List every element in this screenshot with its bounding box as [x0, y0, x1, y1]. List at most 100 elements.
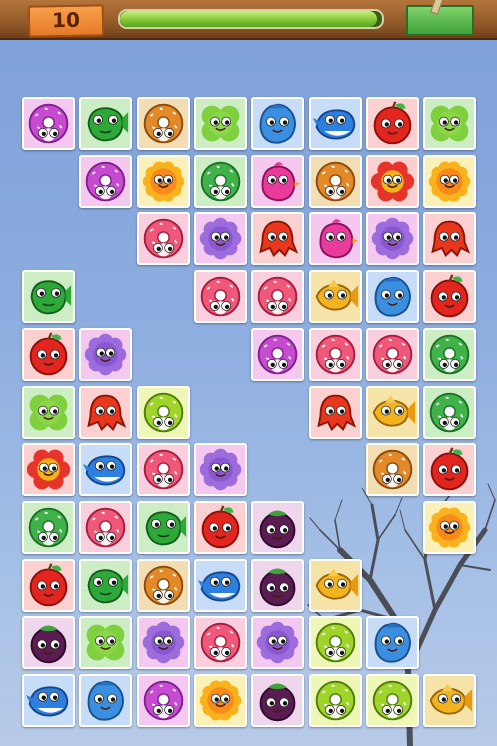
tile-flower-purple[interactable] [193, 212, 247, 266]
tile-sunflower-yellow[interactable] [193, 674, 247, 727]
tile-apple-red[interactable] [22, 558, 75, 612]
tile-fish-gold[interactable] [423, 674, 477, 727]
donut-lime-icon [372, 680, 413, 721]
tile-donut-purple[interactable] [136, 674, 190, 727]
tile-apple-red[interactable] [365, 97, 419, 150]
drop-blue-icon [259, 103, 297, 144]
donut-pink-icon [315, 334, 355, 375]
tile-flower-purple[interactable] [251, 616, 305, 670]
tile-apple-red[interactable] [423, 270, 477, 324]
tile-drop-blue[interactable] [365, 616, 419, 670]
tile-donut-pink[interactable] [308, 327, 362, 381]
tile-apple-red[interactable] [193, 500, 247, 554]
donut-green-icon [200, 161, 241, 201]
tile-octopus-red[interactable] [251, 212, 305, 266]
whale-blue-icon [83, 455, 126, 486]
donut-lime-icon [143, 392, 183, 432]
tile-donut-purple[interactable] [251, 327, 305, 381]
tile-drop-blue[interactable] [251, 97, 305, 150]
tile-donut-purple[interactable] [22, 97, 75, 150]
fish-gold-icon [372, 395, 415, 427]
tile-whale-blue[interactable] [22, 674, 75, 727]
donut-purple-icon [28, 103, 69, 144]
tile-sunflower-yellow[interactable] [423, 500, 477, 554]
tile-donut-lime[interactable] [136, 385, 190, 439]
tile-donut-lime[interactable] [308, 616, 362, 670]
tile-fish-gold[interactable] [308, 558, 362, 612]
tile-donut-pink[interactable] [79, 500, 133, 554]
tile-flower-red[interactable] [22, 443, 75, 497]
bird-pink-icon [318, 219, 358, 259]
tile-donut-orange[interactable] [136, 97, 190, 150]
flower-purple-icon [142, 622, 184, 664]
tile-sunflower-yellow[interactable] [136, 154, 190, 208]
tile-flower-purple[interactable] [136, 616, 190, 670]
tile-donut-pink[interactable] [251, 270, 305, 324]
donut-pink-icon [200, 276, 241, 317]
tile-donut-lime[interactable] [365, 674, 419, 727]
octopus-red-icon [259, 220, 299, 258]
tile-fish-gold[interactable] [365, 385, 419, 439]
tile-donut-pink[interactable] [365, 327, 419, 381]
clover-green-icon [29, 394, 68, 430]
tile-mangosteen-purple[interactable] [251, 674, 305, 727]
tile-donut-pink[interactable] [136, 212, 190, 266]
fish-green-icon [30, 280, 72, 315]
tile-donut-orange[interactable] [136, 558, 190, 612]
tile-donut-green[interactable] [423, 327, 477, 381]
tile-donut-green[interactable] [423, 385, 477, 439]
tile-bird-pink[interactable] [308, 212, 362, 266]
tile-whale-blue[interactable] [308, 97, 362, 150]
tile-drop-blue[interactable] [365, 270, 419, 324]
tile-fish-green[interactable] [79, 97, 133, 150]
tile-sunflower-yellow[interactable] [423, 154, 477, 208]
tile-donut-orange[interactable] [308, 154, 362, 208]
tile-apple-red[interactable] [22, 327, 75, 381]
tile-whale-blue[interactable] [79, 443, 133, 497]
tile-flower-purple[interactable] [365, 212, 419, 266]
tile-octopus-red[interactable] [423, 212, 477, 266]
tile-mangosteen-purple[interactable] [251, 500, 305, 554]
donut-green-icon [429, 334, 470, 375]
tile-flower-red[interactable] [365, 154, 419, 208]
menu-button[interactable] [406, 5, 474, 36]
octopus-red-icon [431, 220, 471, 258]
tile-donut-orange[interactable] [365, 443, 419, 497]
tile-flower-purple[interactable] [79, 327, 133, 381]
tile-donut-pink[interactable] [136, 443, 190, 497]
tile-donut-green[interactable] [193, 154, 247, 208]
fish-gold-icon [315, 568, 358, 600]
tile-octopus-red[interactable] [308, 385, 362, 439]
tile-drop-blue[interactable] [79, 674, 133, 727]
tile-fish-gold[interactable] [308, 270, 362, 324]
apple-red-icon [29, 332, 68, 376]
timer-bar [118, 9, 384, 29]
tile-donut-lime[interactable] [308, 674, 362, 727]
flower-purple-icon [199, 218, 242, 260]
tile-fish-green[interactable] [22, 270, 75, 324]
tile-apple-red[interactable] [423, 443, 477, 497]
sunflower-yellow-icon [428, 161, 471, 202]
tile-donut-pink[interactable] [193, 616, 247, 670]
tile-octopus-red[interactable] [79, 385, 133, 439]
tile-donut-pink[interactable] [193, 270, 247, 324]
tile-fish-green[interactable] [136, 500, 190, 554]
tile-donut-purple[interactable] [79, 154, 133, 208]
donut-orange-icon [315, 161, 355, 201]
tile-bird-pink[interactable] [251, 154, 305, 208]
tile-mangosteen-purple[interactable] [22, 616, 75, 670]
tile-flower-purple[interactable] [193, 443, 247, 497]
tile-board [0, 0, 497, 746]
tile-clover-green[interactable] [193, 97, 247, 150]
flower-red-icon [370, 161, 414, 202]
tile-donut-green[interactable] [22, 500, 75, 554]
tile-mangosteen-purple[interactable] [251, 558, 305, 612]
donut-pink-icon [86, 507, 126, 548]
mangosteen-purple-icon [259, 568, 296, 606]
tile-clover-green[interactable] [22, 385, 75, 439]
game-screen: 10 [0, 0, 497, 746]
tile-whale-blue[interactable] [193, 558, 247, 612]
tile-fish-green[interactable] [79, 558, 133, 612]
tile-clover-green[interactable] [423, 97, 477, 150]
tile-clover-green[interactable] [79, 616, 133, 670]
